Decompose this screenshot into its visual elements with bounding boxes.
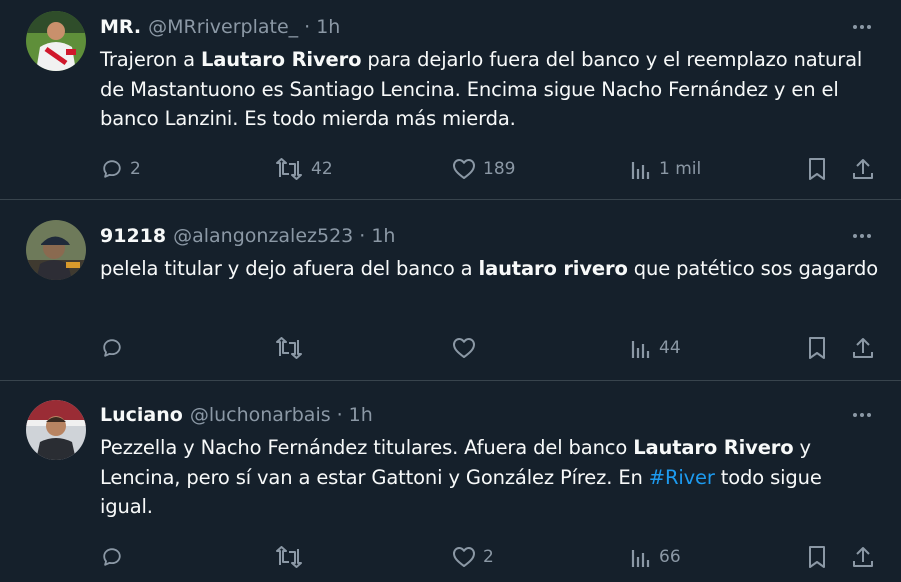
bookmark-button[interactable]	[806, 154, 828, 184]
views-bar-chart-icon	[631, 341, 650, 358]
hashtag-link[interactable]: #River	[649, 466, 715, 489]
retweet-icon	[276, 158, 302, 180]
like-button[interactable]: 2	[452, 542, 494, 572]
avatar[interactable]	[26, 400, 86, 460]
bold-term: Lautaro Rivero	[633, 436, 794, 459]
bold-term: Lautaro Rivero	[201, 48, 362, 71]
retweet-icon	[276, 546, 302, 568]
heart-icon	[453, 159, 475, 179]
share-icon	[853, 547, 873, 567]
retweet-button[interactable]	[274, 542, 311, 572]
heart-icon	[453, 338, 475, 358]
bookmark-icon	[809, 158, 825, 180]
username[interactable]: @luchonarbais	[190, 402, 331, 428]
tweet-header: Luciano @luchonarbais · 1h	[100, 402, 373, 428]
text-segment: Trajeron a	[100, 48, 202, 71]
tweet-actions: 2 42 189 1 mil	[0, 154, 901, 184]
share-button[interactable]	[851, 154, 875, 184]
bookmark-button[interactable]	[806, 333, 828, 363]
reply-icon	[103, 548, 121, 566]
views-bar-chart-icon	[631, 162, 650, 179]
tweet-header: 91218 @alangonzalez523 · 1h	[100, 223, 395, 249]
username[interactable]: @alangonzalez523	[173, 223, 353, 249]
tweet-text: Trajeron a Lautaro Rivero para dejarlo f…	[100, 45, 880, 134]
text-segment: pelela titular y dejo afuera del banco a	[100, 257, 479, 280]
reply-count: 2	[130, 159, 141, 179]
retweet-button[interactable]: 42	[274, 154, 333, 184]
avatar[interactable]	[26, 11, 86, 71]
timestamp[interactable]: 1h	[349, 402, 373, 428]
separator: ·	[304, 16, 311, 38]
tweet-header: MR. @MRriverplate_ · 1h	[100, 14, 340, 40]
display-name[interactable]: MR.	[100, 14, 141, 40]
timestamp[interactable]: 1h	[371, 223, 395, 249]
tweet-1[interactable]: MR. @MRriverplate_ · 1h Trajeron a Lauta…	[0, 0, 901, 200]
more-options-icon[interactable]	[847, 223, 877, 249]
share-icon	[853, 338, 873, 358]
tweet-text: pelela titular y dejo afuera del banco a…	[100, 254, 880, 284]
bold-term: lautaro rivero	[478, 257, 628, 280]
like-count: 2	[483, 547, 494, 567]
reply-icon	[103, 160, 121, 178]
views-button[interactable]: 1 mil	[630, 154, 701, 184]
share-button[interactable]	[851, 542, 875, 572]
reply-icon	[103, 339, 121, 357]
separator: ·	[336, 404, 343, 426]
like-button[interactable]	[452, 333, 483, 363]
tweet-2[interactable]: 91218 @alangonzalez523 · 1h pelela titul…	[0, 200, 901, 381]
reply-button[interactable]: 2	[101, 154, 141, 184]
retweet-button[interactable]	[274, 333, 311, 363]
more-options-icon[interactable]	[847, 402, 877, 428]
username[interactable]: @MRriverplate_	[148, 14, 298, 40]
views-count: 44	[659, 338, 681, 358]
bookmark-icon	[809, 546, 825, 568]
bookmark-button[interactable]	[806, 542, 828, 572]
views-button[interactable]: 66	[630, 542, 681, 572]
like-button[interactable]: 189	[452, 154, 515, 184]
text-segment: que patético sos gagardo	[627, 257, 879, 280]
separator: ·	[359, 225, 366, 247]
timestamp[interactable]: 1h	[316, 14, 340, 40]
retweet-count: 42	[311, 159, 333, 179]
display-name[interactable]: Luciano	[100, 402, 183, 428]
share-button[interactable]	[851, 333, 875, 363]
views-count: 1 mil	[659, 159, 702, 179]
retweet-icon	[276, 337, 302, 359]
heart-icon	[453, 547, 475, 567]
like-count: 189	[483, 159, 516, 179]
tweet-text: Pezzella y Nacho Fernández titulares. Af…	[100, 433, 880, 522]
tweet-3[interactable]: Luciano @luchonarbais · 1h Pezzella y Na…	[0, 381, 901, 582]
more-options-icon[interactable]	[847, 14, 877, 40]
bookmark-icon	[809, 337, 825, 359]
avatar[interactable]	[26, 220, 86, 280]
tweet-actions: 44	[0, 333, 901, 363]
reply-button[interactable]	[101, 542, 130, 572]
views-count: 66	[659, 547, 681, 567]
text-segment: Pezzella y Nacho Fernández titulares. Af…	[100, 436, 634, 459]
reply-button[interactable]	[101, 333, 130, 363]
views-button[interactable]: 44	[630, 333, 681, 363]
views-bar-chart-icon	[631, 550, 650, 567]
tweet-actions: 2 66	[0, 542, 901, 572]
display-name[interactable]: 91218	[100, 223, 166, 249]
share-icon	[853, 159, 873, 179]
